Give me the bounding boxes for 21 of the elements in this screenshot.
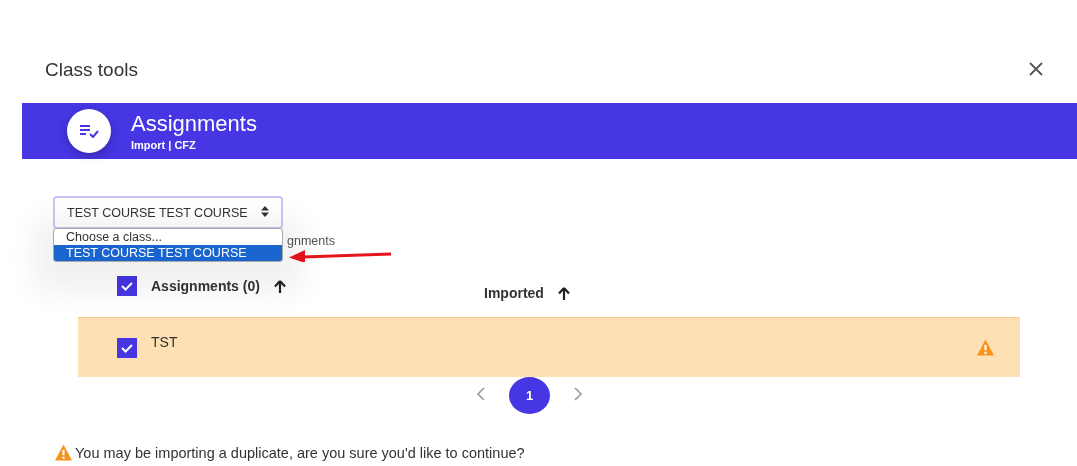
checkbox[interactable]: [117, 337, 137, 358]
warning-message: You may be importing a duplicate, are you sure you'd like to continue?: [75, 444, 525, 461]
dropdown-option[interactable]: Choose a class...: [54, 229, 282, 245]
banner-subtitle: Import | CFZ: [131, 139, 197, 151]
table-row[interactable]: TST: [78, 317, 1020, 377]
class-select[interactable]: TEST COURSE TEST COURSE: [53, 196, 283, 229]
dialog-title: Class tools: [45, 59, 138, 81]
column-header[interactable]: Imported: [484, 285, 544, 301]
close-icon: [1029, 61, 1043, 76]
checkbox[interactable]: [117, 276, 137, 296]
warning-icon: [55, 444, 72, 461]
sort-arrow-icon[interactable]: [273, 279, 286, 293]
banner-title: Assignments: [131, 111, 257, 137]
dropdown-option[interactable]: TEST COURSE TEST COURSE: [54, 245, 282, 261]
page-button[interactable]: 1: [509, 377, 550, 414]
column-header[interactable]: Assignments (0): [151, 278, 260, 294]
filter-label: gnments: [287, 234, 335, 248]
assignment-name: TST: [151, 334, 178, 350]
checklist-icon: [79, 124, 99, 138]
sort-arrow-icon[interactable]: [557, 286, 570, 300]
select-arrows-icon: [261, 205, 269, 217]
